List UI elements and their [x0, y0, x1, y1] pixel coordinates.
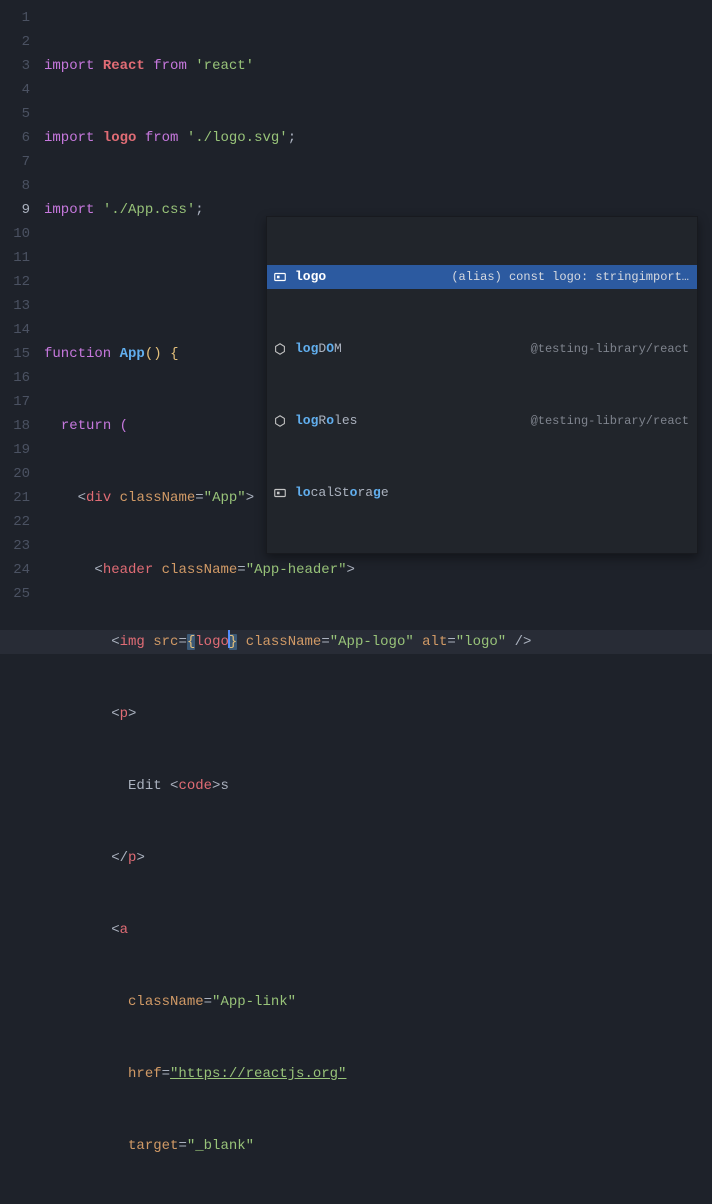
line-number: 14: [0, 318, 30, 342]
method-icon: [271, 414, 289, 428]
line-number: 21: [0, 486, 30, 510]
variable-icon: [271, 270, 289, 284]
autocomplete-item[interactable]: localStorage: [267, 481, 697, 505]
code-area[interactable]: import React from 'react' import logo fr…: [44, 0, 712, 602]
line-number: 17: [0, 390, 30, 414]
autocomplete-label: logRoles: [295, 409, 357, 433]
line-number: 15: [0, 342, 30, 366]
code-line[interactable]: className="App-link": [44, 990, 712, 1014]
line-number: 22: [0, 510, 30, 534]
bracket-match-close: }: [229, 634, 237, 650]
code-line[interactable]: </p>: [44, 846, 712, 870]
code-line[interactable]: <p>: [44, 702, 712, 726]
line-number-gutter: 1 2 3 4 5 6 7 8 9 10 11 12 13 14 15 16 1…: [0, 0, 44, 602]
autocomplete-label: logDOM: [295, 337, 342, 361]
code-line[interactable]: import logo from './logo.svg';: [44, 126, 712, 150]
autocomplete-item[interactable]: logDOM @testing-library/react: [267, 337, 697, 361]
line-number: 25: [0, 582, 30, 606]
code-editor[interactable]: 1 2 3 4 5 6 7 8 9 10 11 12 13 14 15 16 1…: [0, 0, 712, 602]
autocomplete-item[interactable]: logRoles @testing-library/react: [267, 409, 697, 433]
line-number: 3: [0, 54, 30, 78]
line-number: 1: [0, 6, 30, 30]
code-line[interactable]: import React from 'react': [44, 54, 712, 78]
code-line-current[interactable]: <img src={logo} className="App-logo" alt…: [44, 630, 712, 654]
line-number: 24: [0, 558, 30, 582]
code-line[interactable]: Edit <code>s: [44, 774, 712, 798]
line-number: 6: [0, 126, 30, 150]
code-line[interactable]: href="https://reactjs.org": [44, 1062, 712, 1086]
line-number: 19: [0, 438, 30, 462]
autocomplete-item-selected[interactable]: logo (alias) const logo: stringimport…: [267, 265, 697, 289]
line-number: 2: [0, 30, 30, 54]
method-icon: [271, 342, 289, 356]
line-number: 10: [0, 222, 30, 246]
bracket-match-open: {: [187, 634, 195, 650]
autocomplete-label: localStorage: [295, 481, 389, 505]
line-number: 23: [0, 534, 30, 558]
line-number: 18: [0, 414, 30, 438]
variable-icon: [271, 486, 289, 500]
line-number: 20: [0, 462, 30, 486]
line-number: 16: [0, 366, 30, 390]
code-line[interactable]: <header className="App-header">: [44, 558, 712, 582]
autocomplete-popup[interactable]: logo (alias) const logo: stringimport… l…: [266, 216, 698, 554]
line-number: 13: [0, 294, 30, 318]
line-number: 7: [0, 150, 30, 174]
code-line[interactable]: target="_blank": [44, 1134, 712, 1158]
line-number-current: 9: [0, 198, 30, 222]
autocomplete-detail: @testing-library/react: [519, 409, 689, 433]
line-number: 12: [0, 270, 30, 294]
line-number: 5: [0, 102, 30, 126]
line-number: 8: [0, 174, 30, 198]
line-number: 11: [0, 246, 30, 270]
autocomplete-label: logo: [295, 265, 326, 289]
autocomplete-detail: @testing-library/react: [519, 337, 689, 361]
autocomplete-detail: (alias) const logo: stringimport…: [439, 265, 689, 289]
line-number: 4: [0, 78, 30, 102]
code-line[interactable]: <a: [44, 918, 712, 942]
